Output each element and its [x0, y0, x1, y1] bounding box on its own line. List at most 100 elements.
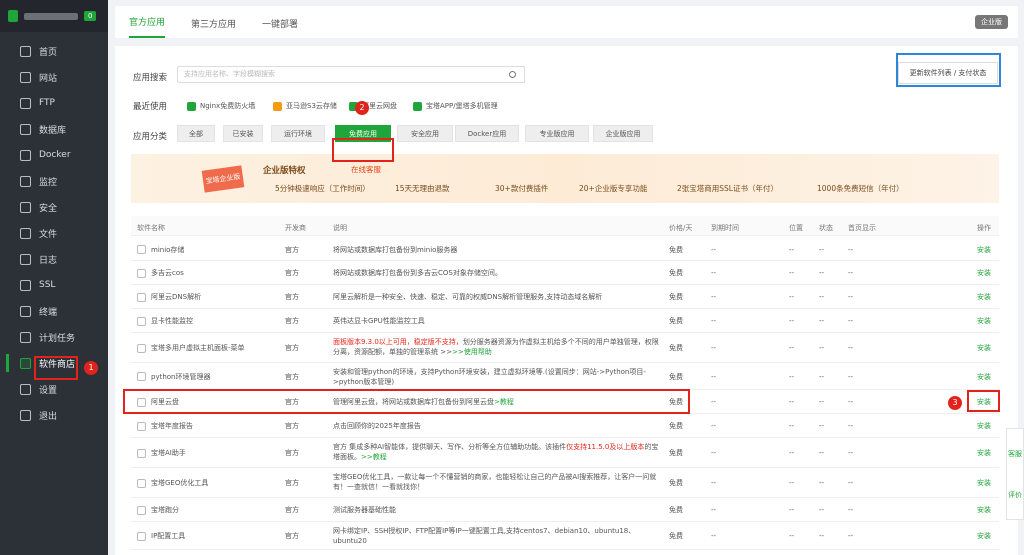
app-name: python环境管理器: [137, 372, 211, 382]
online-service-link[interactable]: 在线客服: [351, 164, 381, 175]
search-button[interactable]: [500, 66, 525, 83]
sidebar-item-ssl[interactable]: SSL: [0, 272, 108, 298]
app-status: --: [819, 372, 825, 381]
step-marker-1: 1: [84, 361, 98, 375]
feedback-button[interactable]: 评价: [1008, 490, 1022, 500]
sidebar-item-terminal[interactable]: 终端: [0, 298, 108, 324]
cat-free[interactable]: 免费应用: [335, 125, 391, 142]
app-icon: [137, 478, 146, 488]
terminal-icon: [20, 305, 31, 317]
app-home: --: [848, 293, 854, 301]
install-button[interactable]: 安装: [977, 292, 991, 302]
app-description: 英伟达显卡GPU性能监控工具: [333, 317, 425, 325]
cat-security[interactable]: 安全应用: [397, 125, 453, 142]
app-status: --: [819, 506, 825, 514]
table-row: 宝塔跑分 官方 测试服务器基础性能 免费 -- -- -- -- 安装: [131, 498, 999, 522]
app-developer: 官方: [285, 422, 299, 430]
enterprise-banner[interactable]: 宝塔企业版 企业版特权 在线客服 5分钟极速响应（工作时间） 15天无理由退款 …: [131, 154, 999, 203]
recent-label-text: 宝塔APP/堡塔多机管理: [426, 102, 498, 110]
app-icon: [137, 372, 146, 381]
app-position: --: [789, 422, 795, 430]
app-position: --: [789, 449, 795, 457]
recent-item[interactable]: 宝塔APP/堡塔多机管理: [413, 101, 498, 111]
install-button[interactable]: 安装: [977, 316, 991, 326]
install-button[interactable]: 安装: [977, 397, 991, 407]
install-button[interactable]: 安装: [977, 245, 991, 255]
app-description: 测试服务器基础性能: [333, 506, 396, 514]
sidebar-item-home[interactable]: 首页: [0, 38, 108, 64]
col-expire: 到期时间: [711, 224, 739, 232]
install-button[interactable]: 安装: [977, 268, 991, 278]
sidebar-item-database[interactable]: 数据库: [0, 116, 108, 142]
sidebar-item-docker[interactable]: Docker: [0, 142, 108, 168]
app-expire: --: [711, 479, 717, 487]
col-price: 价格/天: [669, 224, 693, 232]
recent-item[interactable]: 亚马逊S3云存储: [273, 101, 337, 111]
app-icon: [137, 245, 146, 254]
sidebar-item-security[interactable]: 安全: [0, 194, 108, 220]
doc-link[interactable]: >>教程: [361, 453, 387, 461]
ftp-icon: [20, 97, 31, 109]
cat-docker[interactable]: Docker应用: [455, 125, 519, 142]
install-button[interactable]: 安装: [977, 421, 991, 431]
install-button[interactable]: 安装: [977, 448, 991, 458]
sidebar-item-monitor[interactable]: 监控: [0, 168, 108, 194]
sidebar-item-logs[interactable]: 日志: [0, 246, 108, 272]
tab-official[interactable]: 官方应用: [129, 15, 166, 38]
update-list-button[interactable]: 更新软件列表 / 支付状态: [898, 62, 998, 84]
app-description: 网卡绑定IP、SSH授权IP、FTP配置IP等IP一键配置工具,支持centos…: [333, 527, 636, 545]
customer-service-button[interactable]: 客服: [1008, 449, 1022, 459]
enterprise-button[interactable]: 企业版: [975, 15, 1008, 29]
table-row: 宝塔AI助手 官方 官方 集成多种AI智能体，提供聊天、写作、分析等全方位辅助功能。…: [131, 438, 999, 468]
col-desc: 说明: [333, 224, 347, 232]
sidebar-item-website[interactable]: 网站: [0, 64, 108, 90]
sidebar-item-label: 设置: [39, 385, 58, 396]
recent-item[interactable]: Nginx免费防火墙: [187, 101, 255, 111]
sidebar: 0 首页 网站 FTP 数据库 Docker 监控 安全 文件 日志 SSL 终…: [0, 0, 108, 555]
float-toolbar: 客服 评价: [1006, 428, 1024, 520]
app-icon: [137, 343, 146, 353]
tab-third-party[interactable]: 第三方应用: [191, 17, 236, 38]
app-description: 将网站或数据库打包备份到多吉云COS对象存储空间。: [333, 269, 502, 277]
install-button[interactable]: 安装: [977, 531, 991, 541]
sidebar-item-files[interactable]: 文件: [0, 220, 108, 246]
cat-pro[interactable]: 专业版应用: [525, 125, 589, 142]
app-price: 免费: [669, 422, 683, 430]
app-price: 免费: [669, 293, 683, 301]
table-row: 阿里云盘 官方 管理阿里云盘，将网站或数据库打包备份到阿里云盘>教程 免费 -- -- --…: [131, 390, 999, 414]
sidebar-item-ftp[interactable]: FTP: [0, 90, 108, 116]
sidebar-item-logout[interactable]: 退出: [0, 402, 108, 428]
sidebar-item-settings[interactable]: 设置: [0, 376, 108, 402]
store-icon: [20, 357, 31, 369]
cat-runtime[interactable]: 运行环境: [271, 125, 325, 142]
app-expire: --: [711, 344, 717, 352]
tab-one-click[interactable]: 一键部署: [262, 17, 298, 38]
banner-feature: 20+企业版专享功能: [579, 184, 648, 193]
sidebar-item-label: 退出: [39, 411, 58, 422]
app-icon: [137, 397, 146, 407]
notification-badge[interactable]: 0: [84, 11, 97, 21]
install-button[interactable]: 安装: [977, 343, 991, 353]
cat-installed[interactable]: 已安装: [223, 125, 263, 142]
app-status: --: [819, 317, 825, 325]
app-position: --: [789, 293, 795, 301]
sidebar-item-label: 日志: [39, 255, 58, 266]
install-button[interactable]: 安装: [977, 478, 991, 488]
step-marker-2: 2: [355, 101, 369, 115]
install-button[interactable]: 安装: [977, 505, 991, 515]
app-name: 宝塔多用户虚拟主机面板-菜单: [137, 343, 245, 353]
table-row: 显卡性能监控 官方 英伟达显卡GPU性能监控工具 免费 -- -- -- -- 安装: [131, 309, 999, 333]
app-name-text: IP配置工具: [151, 532, 186, 540]
cat-all[interactable]: 全部: [177, 125, 215, 142]
doc-link[interactable]: >>使用帮助: [452, 348, 492, 356]
app-home: --: [848, 317, 854, 325]
app-home: --: [848, 269, 854, 277]
app-developer: 官方: [285, 269, 299, 277]
ssl-icon: [20, 279, 31, 291]
doc-link[interactable]: >教程: [494, 398, 514, 406]
sidebar-item-cron[interactable]: 计划任务: [0, 324, 108, 350]
install-button[interactable]: 安装: [977, 372, 991, 382]
search-input[interactable]: 支持应用名称、字段模糊搜索: [177, 66, 525, 83]
cat-enterprise[interactable]: 企业版应用: [593, 125, 653, 142]
s3-icon: [273, 101, 282, 111]
